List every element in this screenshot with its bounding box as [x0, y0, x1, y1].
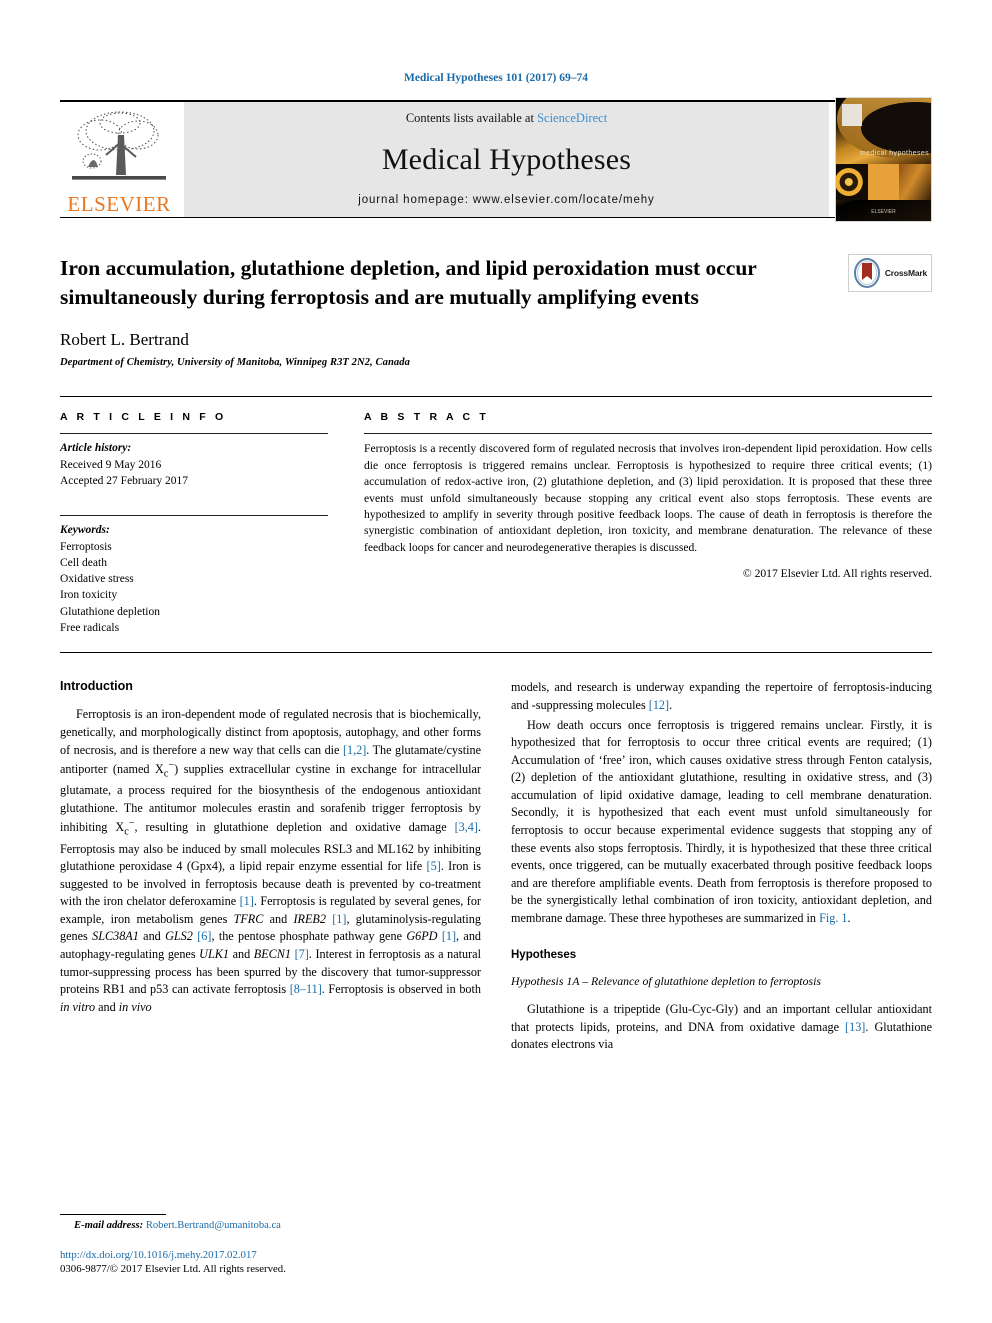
page-title: Iron accumulation, glutathione depletion…: [60, 256, 757, 309]
elsevier-logo: ELSEVIER: [60, 102, 178, 217]
intro-paragraph-1-continued: models, and research is underway expandi…: [511, 679, 932, 714]
cover-footer-text: ELSEVIER: [871, 209, 896, 215]
cover-strip-cell-2: [867, 164, 900, 200]
article-accepted-date: Accepted 27 February 2017: [60, 474, 189, 487]
citation-ref[interactable]: [7]: [295, 947, 309, 961]
journal-title: Medical Hypotheses: [381, 143, 632, 176]
keyword-item: Oxidative stress: [60, 573, 134, 586]
citation-ref[interactable]: [1]: [332, 912, 346, 926]
page-footnote: E-mail address: Robert.Bertrand@umanitob…: [60, 1213, 478, 1277]
elsevier-wordmark: ELSEVIER: [67, 192, 171, 216]
section-heading-hypotheses: Hypotheses: [511, 949, 577, 962]
citation-ref[interactable]: [12]: [649, 698, 669, 712]
abstract-column: A B S T R A C T Ferroptosis is a recentl…: [364, 411, 932, 636]
crossmark-label: CrossMark: [884, 268, 927, 278]
footnote-rule: [60, 1213, 166, 1215]
cover-elsevier-mark: [842, 104, 862, 126]
body-column-left: Introduction Ferroptosis is an iron-depe…: [60, 679, 481, 1056]
gene-name: SLC38A1: [92, 929, 139, 944]
gene-name: TFRC: [233, 911, 264, 926]
article-info-heading: A R T I C L E I N F O: [60, 411, 227, 424]
elsevier-tree-icon: [72, 111, 166, 180]
article-received-date: Received 9 May 2016: [60, 458, 162, 471]
body-column-right: models, and research is underway expandi…: [511, 679, 932, 1056]
journal-homepage-link[interactable]: journal homepage: www.elsevier.com/locat…: [358, 194, 654, 206]
doi-block: http://dx.doi.org/10.1016/j.mehy.2017.02…: [60, 1248, 478, 1277]
intro-text-j: , the pentose phosphate pathway gene: [211, 929, 407, 944]
info-section-bottom-rule: [60, 652, 932, 654]
article-info-column: A R T I C L E I N F O Article history: R…: [60, 411, 328, 636]
journal-cover-thumbnail[interactable]: medical hypotheses ELSEVIER: [835, 97, 932, 222]
section-heading-introduction: Introduction: [60, 679, 133, 694]
intro-text-n: models, and research is underway expandi…: [511, 680, 932, 713]
gene-name: GLS2: [165, 929, 193, 944]
intro2-text-b: .: [847, 910, 851, 925]
intro-text-d: , resulting in glutathione depletion and…: [134, 820, 455, 835]
corresponding-email-line: E-mail address: Robert.Bertrand@umanitob…: [60, 1220, 478, 1231]
citation-ref[interactable]: [1]: [442, 929, 456, 943]
intro2-text-a: How death occurs once ferroptosis is tri…: [511, 717, 932, 925]
article-history-label: Article history:: [60, 442, 132, 455]
citation-ref[interactable]: [13]: [845, 1020, 865, 1034]
masthead-bottom-rule: [60, 217, 932, 218]
info-abstract-wrapper: A R T I C L E I N F O Article history: R…: [60, 397, 932, 636]
intro-text-h2: and: [138, 929, 166, 944]
cover-image-strip: [836, 164, 931, 200]
abstract-text: Ferroptosis is a recently discovered for…: [364, 442, 932, 554]
intro-paragraph-2: How death occurs once ferroptosis is tri…: [511, 717, 932, 928]
citation-ref[interactable]: [1,2]: [343, 743, 366, 757]
citation-ref[interactable]: [5]: [427, 859, 441, 873]
masthead-center-panel: Contents lists available at ScienceDirec…: [184, 102, 829, 217]
intro-text-h3: and: [228, 946, 254, 961]
email-label: E-mail address:: [74, 1219, 144, 1231]
article-page: Medical Hypotheses 101 (2017) 69–74 ELSE…: [0, 0, 992, 1323]
crossmark-icon: [853, 258, 880, 288]
latin-phrase: in vitro: [60, 999, 96, 1014]
keyword-item: Cell death: [60, 556, 107, 569]
intro-text-m: . Ferroptosis is observed in both: [321, 982, 481, 997]
journal-masthead: ELSEVIER Contents lists available at Sci…: [60, 97, 932, 222]
latin-phrase: in vivo: [118, 999, 152, 1014]
title-block: CrossMark Iron accumulation, glutathione…: [60, 254, 932, 368]
citation-ref[interactable]: [3,4]: [455, 820, 478, 834]
subsection-heading-hypothesis-1a: Hypothesis 1A – Relevance of glutathione…: [511, 974, 821, 989]
keywords-group: Keywords: Ferroptosis Cell death Oxidati…: [60, 516, 328, 636]
keyword-item: Glutathione depletion: [60, 605, 160, 618]
citation-ref[interactable]: [8–11]: [290, 982, 322, 996]
gene-name: G6PD: [406, 929, 438, 944]
keyword-item: Free radicals: [60, 622, 120, 635]
sciencedirect-link[interactable]: ScienceDirect: [537, 111, 607, 125]
cover-strip-cell-1: [836, 164, 868, 200]
intro-text-h: and: [263, 911, 294, 926]
article-history-group: Article history: Received 9 May 2016 Acc…: [60, 434, 328, 489]
contents-available-line: Contents lists available at ScienceDirec…: [406, 111, 607, 126]
gene-name: ULK1: [199, 946, 229, 961]
author-affiliation: Department of Chemistry, University of M…: [60, 357, 410, 369]
citation-ref[interactable]: [6]: [197, 929, 211, 943]
intro-paragraph-1: Ferroptosis is an iron-dependent mode of…: [60, 706, 481, 1016]
issn-copyright: 0306-9877/© 2017 Elsevier Ltd. All right…: [60, 1263, 286, 1276]
abstract-copyright: © 2017 Elsevier Ltd. All rights reserved…: [742, 567, 932, 581]
intro-text-o: .: [669, 698, 673, 713]
gene-name: IREB2: [293, 911, 326, 926]
author-name: Robert L. Bertrand: [60, 330, 189, 350]
intro-text-h4: and: [95, 999, 119, 1014]
contents-prefix: Contents lists available at: [405, 111, 538, 125]
cover-strip-cell-3: [899, 164, 931, 200]
crossmark-badge[interactable]: CrossMark: [847, 254, 932, 292]
gene-name: BECN1: [253, 946, 292, 961]
keywords-label: Keywords:: [60, 524, 110, 537]
body-two-column: Introduction Ferroptosis is an iron-depe…: [60, 679, 932, 1056]
cover-title-label: medical hypotheses: [860, 150, 930, 157]
doi-link[interactable]: http://dx.doi.org/10.1016/j.mehy.2017.02…: [60, 1248, 478, 1263]
abstract-heading: A B S T R A C T: [364, 411, 489, 424]
keyword-item: Ferroptosis: [60, 540, 112, 553]
keyword-item: Iron toxicity: [60, 589, 118, 602]
citation-ref[interactable]: [1]: [240, 894, 254, 908]
hypothesis-paragraph-1: Glutathione is a tripeptide (Glu-Cyc-Gly…: [511, 1001, 932, 1054]
running-head: Medical Hypotheses 101 (2017) 69–74: [404, 72, 588, 84]
figure-ref[interactable]: Fig. 1: [819, 911, 847, 925]
email-address-link[interactable]: Robert.Bertrand@umanitoba.ca: [146, 1220, 281, 1231]
